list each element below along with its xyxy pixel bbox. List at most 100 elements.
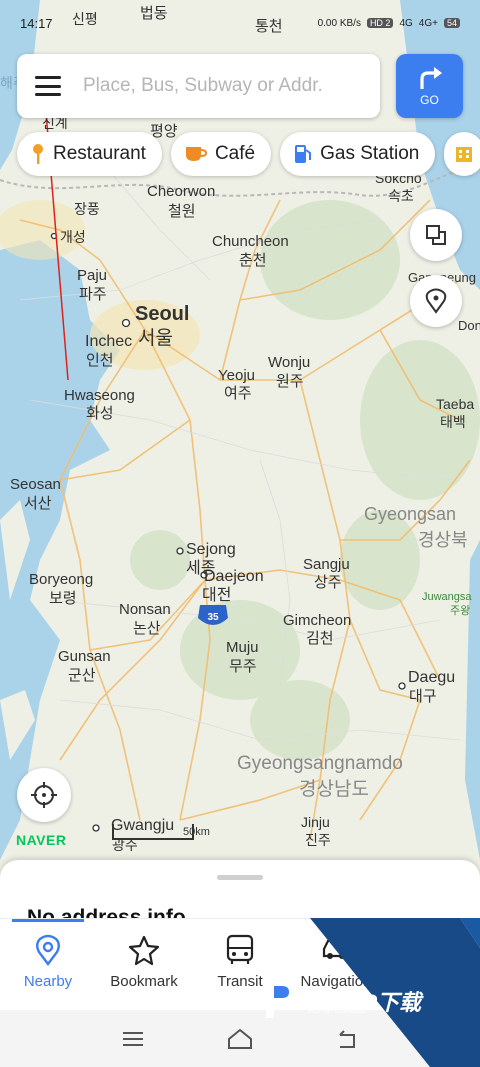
pcpop-logo-icon <box>266 978 298 1018</box>
status-time: 14:17 <box>20 15 53 31</box>
map-label: Dong <box>458 318 480 333</box>
map-label: Jinju <box>301 814 330 830</box>
watermark-sub: PCPOP Download <box>308 1008 366 1015</box>
map-label: 김천 <box>306 630 334 647</box>
chip-restaurant[interactable]: Restaurant <box>17 132 162 176</box>
scale-label: 50km <box>183 826 210 838</box>
map-pin-icon <box>425 288 447 314</box>
map-label: 인천 <box>86 352 114 369</box>
map-label: 개성 <box>60 229 86 245</box>
svg-text:35: 35 <box>207 612 219 623</box>
layers-icon <box>426 225 446 245</box>
naver-logo: NAVER <box>16 832 67 848</box>
map-label: 대전 <box>202 586 231 604</box>
home-icon[interactable] <box>227 1028 253 1050</box>
signal-4g: 4G <box>399 17 413 29</box>
map-label: Daejeon <box>204 568 264 585</box>
map-label: 화성 <box>86 405 114 422</box>
go-button[interactable]: GO <box>396 54 463 118</box>
map-label: 서울 <box>138 327 173 349</box>
fork-icon <box>31 143 45 165</box>
star-icon <box>128 933 160 967</box>
map-label: 경상북 <box>418 530 468 550</box>
chip-label: Gas Station <box>320 143 420 164</box>
chip-label: Restaurant <box>53 143 146 164</box>
map-label: 속초 <box>388 188 414 204</box>
chip-hotel[interactable] <box>444 132 480 176</box>
map-label: 서산 <box>24 495 52 512</box>
go-label: GO <box>420 93 439 107</box>
category-chips: Restaurant Café Gas Station <box>17 132 480 176</box>
map-label: Wonju <box>268 354 310 371</box>
map-label: Taeba <box>436 396 474 412</box>
locate-button[interactable] <box>17 768 71 822</box>
map-label: Sejong <box>186 541 236 558</box>
location-icon <box>33 933 63 967</box>
map-label: Boryeong <box>29 571 93 588</box>
pin-button[interactable] <box>410 275 462 327</box>
map-label: Gunsan <box>58 648 111 665</box>
search-input[interactable] <box>83 75 373 97</box>
map-label: Paju <box>77 267 107 284</box>
bus-icon <box>225 933 255 967</box>
route-arrow-icon <box>419 67 442 89</box>
fuel-icon <box>294 144 312 164</box>
map-label: Inchec <box>85 333 132 350</box>
map-label: Hwaseong <box>64 387 135 404</box>
tab-bookmark[interactable]: Bookmark <box>96 919 192 1010</box>
map-label: 여주 <box>224 385 252 402</box>
map-label: Yeoju <box>218 367 255 384</box>
chip-label: Café <box>214 143 256 164</box>
scale-bar <box>112 824 194 840</box>
tab-label: Transit <box>217 973 263 990</box>
map-label: 보령 <box>49 590 77 607</box>
chip-gas-station[interactable]: Gas Station <box>280 132 436 176</box>
tab-label: Bookmark <box>110 973 178 990</box>
building-icon <box>454 144 474 164</box>
sheet-handle[interactable] <box>217 875 263 880</box>
map-label: 태백 <box>440 414 466 430</box>
map-label: 철원 <box>168 203 196 220</box>
system-nav-bar <box>0 1010 480 1067</box>
map-label: Gimcheon <box>283 612 351 629</box>
map-label: 무주 <box>229 658 257 675</box>
map-label: Muju <box>226 639 259 656</box>
car-icon <box>320 933 352 967</box>
net-speed: 0.00 KB/s <box>317 17 361 29</box>
map-label: Cheorwon <box>147 183 215 200</box>
map-label: 군산 <box>68 667 96 684</box>
map-label: Juwangsa <box>422 591 472 603</box>
back-icon[interactable] <box>336 1029 358 1049</box>
map-label: 춘천 <box>239 252 267 269</box>
map-label: 경상남도 <box>299 778 369 800</box>
map-label: 진주 <box>305 832 331 848</box>
map-label: Gyeongsan <box>364 504 456 524</box>
status-bar: 14:17 0.00 KB/s HD 2 4G 4G+ 54 <box>0 0 480 46</box>
map-label: Sangju <box>303 556 350 573</box>
map-label: 원주 <box>276 373 304 390</box>
map-label: 장풍 <box>74 201 100 217</box>
cup-icon <box>185 145 207 163</box>
crosshair-icon <box>31 782 57 808</box>
map-label: Seosan <box>10 476 61 493</box>
search-bar <box>17 54 380 118</box>
tab-nearby[interactable]: Nearby <box>0 919 96 1010</box>
menu-icon[interactable] <box>35 76 61 96</box>
chip-cafe[interactable]: Café <box>170 132 272 176</box>
map-label: Nonsan <box>119 601 171 618</box>
tab-label: Nearby <box>23 973 73 990</box>
map-label: 상주 <box>314 574 342 591</box>
menu-lines-icon[interactable] <box>122 1031 144 1047</box>
hd-badge: HD 2 <box>366 18 394 28</box>
map-label: Chuncheon <box>212 233 289 250</box>
map-label: 논산 <box>133 620 161 637</box>
layers-button[interactable] <box>410 209 462 261</box>
map-label: Daegu <box>408 669 455 686</box>
signal-4g-plus: 4G+ <box>418 17 438 29</box>
battery-icon: 54 <box>443 18 460 28</box>
map-label: 대구 <box>409 688 437 705</box>
status-icons: 0.00 KB/s HD 2 4G 4G+ 54 <box>318 18 460 29</box>
map-label: Gyeongsangnamdo <box>237 753 403 774</box>
map-label: Seoul <box>135 303 189 325</box>
map-label: 주왕 <box>450 604 470 617</box>
